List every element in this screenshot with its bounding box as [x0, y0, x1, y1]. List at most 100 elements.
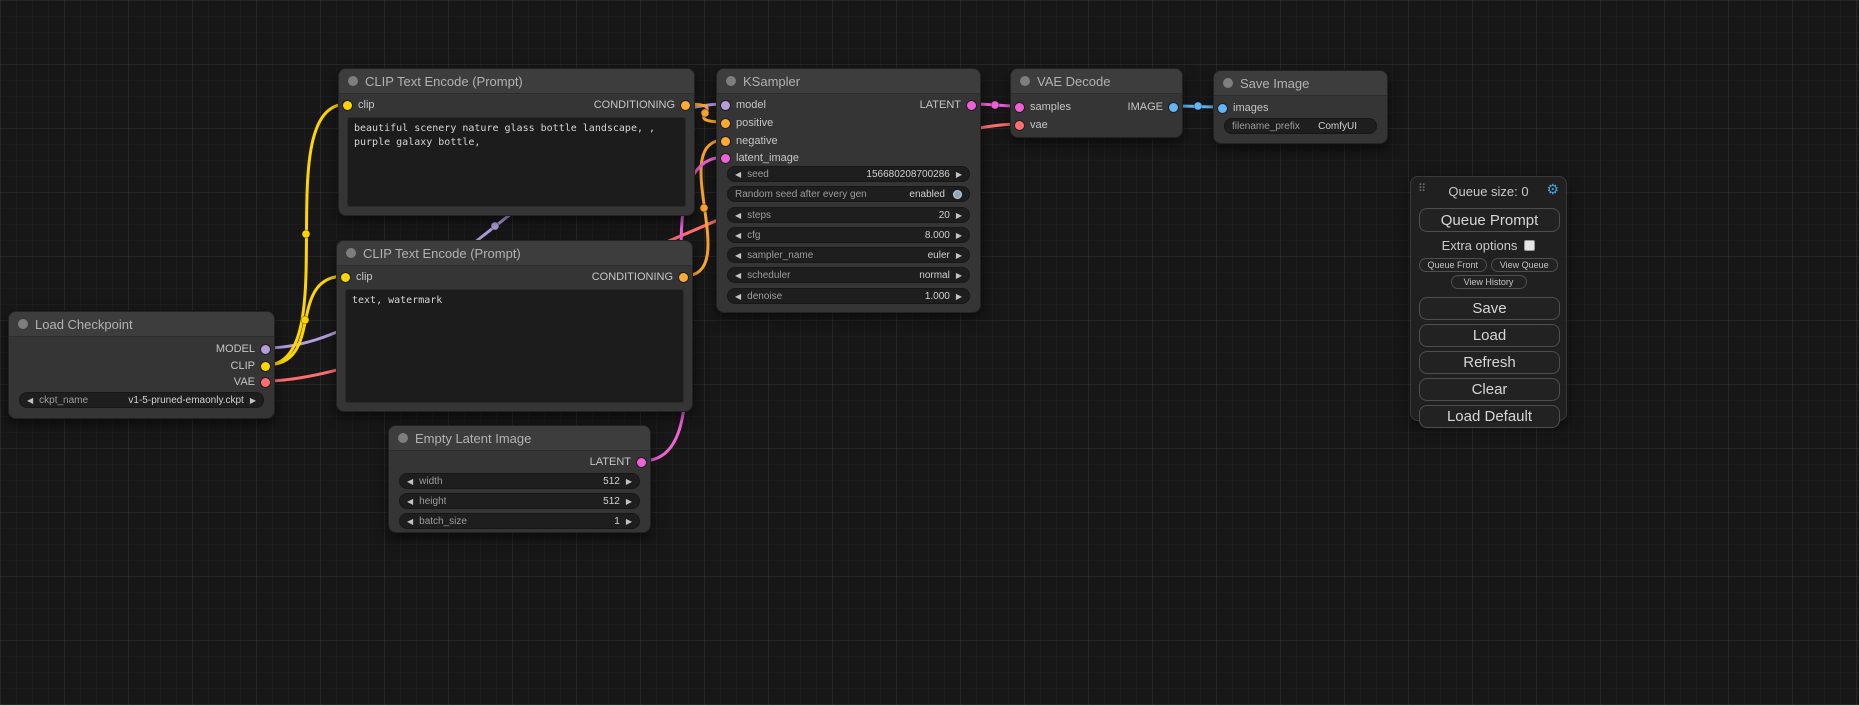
view-queue-button[interactable]: View Queue: [1491, 258, 1559, 272]
refresh-button[interactable]: Refresh: [1419, 351, 1560, 374]
increment-arrow-icon[interactable]: ▶: [956, 170, 962, 179]
slot-dot-conditioning[interactable]: [721, 119, 730, 128]
drag-handle-icon[interactable]: ⠿: [1418, 182, 1426, 195]
widget-denoise[interactable]: ◀ denoise 1.000 ▶: [727, 288, 970, 304]
collapse-dot-icon[interactable]: [726, 76, 736, 86]
increment-arrow-icon[interactable]: ▶: [956, 231, 962, 240]
input-slot-clip[interactable]: clip: [343, 97, 375, 113]
increment-arrow-icon[interactable]: ▶: [626, 477, 632, 486]
node-vae-decode[interactable]: VAE Decode samples vae IMAGE: [1010, 68, 1183, 138]
decrement-arrow-icon[interactable]: ◀: [407, 517, 413, 526]
load-button[interactable]: Load: [1419, 324, 1560, 347]
node-title-bar[interactable]: Empty Latent Image: [389, 426, 650, 451]
node-load-checkpoint[interactable]: Load Checkpoint MODEL CLIP VAE ◀ ckpt_na…: [8, 311, 275, 419]
widget-scheduler[interactable]: ◀ scheduler normal ▶: [727, 267, 970, 283]
decrement-arrow-icon[interactable]: ◀: [407, 497, 413, 506]
output-slot-clip[interactable]: CLIP: [231, 358, 270, 374]
queue-prompt-button[interactable]: Queue Prompt: [1419, 208, 1560, 232]
widget-sampler-name[interactable]: ◀ sampler_name euler ▶: [727, 247, 970, 263]
increment-arrow-icon[interactable]: ▶: [956, 271, 962, 280]
widget-width[interactable]: ◀ width 512 ▶: [399, 473, 640, 489]
node-clip-text-encode-positive[interactable]: CLIP Text Encode (Prompt) clip CONDITION…: [338, 68, 695, 216]
slot-dot-latent[interactable]: [721, 154, 730, 163]
load-default-button[interactable]: Load Default: [1419, 405, 1560, 428]
increment-arrow-icon[interactable]: ▶: [626, 517, 632, 526]
slot-dot-image[interactable]: [1218, 104, 1227, 113]
increment-arrow-icon[interactable]: ▶: [956, 251, 962, 260]
slot-dot-latent[interactable]: [967, 101, 976, 110]
slot-dot-latent[interactable]: [1015, 103, 1024, 112]
input-slot-vae[interactable]: vae: [1015, 117, 1048, 133]
node-title-bar[interactable]: CLIP Text Encode (Prompt): [337, 241, 692, 266]
widget-ckpt-name[interactable]: ◀ ckpt_name v1-5-pruned-emaonly.ckpt ▶: [19, 392, 264, 408]
slot-dot-vae[interactable]: [261, 378, 270, 387]
slot-dot-image[interactable]: [1169, 103, 1178, 112]
input-slot-latent-image[interactable]: latent_image: [721, 150, 799, 166]
slot-dot-clip[interactable]: [343, 101, 352, 110]
node-title-bar[interactable]: VAE Decode: [1011, 69, 1182, 94]
output-slot-vae[interactable]: VAE: [234, 374, 270, 390]
widget-seed[interactable]: ◀ seed 156680208700286 ▶: [727, 166, 970, 182]
decrement-arrow-icon[interactable]: ◀: [735, 170, 741, 179]
decrement-arrow-icon[interactable]: ◀: [735, 231, 741, 240]
slot-dot-model[interactable]: [261, 345, 270, 354]
seed-toggle-icon[interactable]: [953, 190, 962, 199]
decrement-arrow-icon[interactable]: ◀: [407, 477, 413, 486]
output-slot-latent[interactable]: LATENT: [920, 97, 976, 113]
slot-dot-vae[interactable]: [1015, 121, 1024, 130]
input-slot-model[interactable]: model: [721, 97, 766, 113]
output-slot-conditioning[interactable]: CONDITIONING: [592, 269, 688, 285]
input-slot-negative[interactable]: negative: [721, 133, 778, 149]
slot-dot-conditioning[interactable]: [681, 101, 690, 110]
node-ksampler[interactable]: KSampler model positive negative latent_…: [716, 68, 981, 313]
decrement-arrow-icon[interactable]: ◀: [735, 211, 741, 220]
decrement-arrow-icon[interactable]: ◀: [735, 271, 741, 280]
slot-dot-clip[interactable]: [261, 362, 270, 371]
collapse-dot-icon[interactable]: [398, 433, 408, 443]
node-title-bar[interactable]: KSampler: [717, 69, 980, 94]
save-button[interactable]: Save: [1419, 297, 1560, 320]
decrement-arrow-icon[interactable]: ◀: [27, 396, 33, 405]
node-title-bar[interactable]: Load Checkpoint: [9, 312, 274, 337]
slot-dot-conditioning[interactable]: [721, 137, 730, 146]
node-graph-canvas[interactable]: Load Checkpoint MODEL CLIP VAE ◀ ckpt_na…: [0, 0, 1859, 705]
positive-prompt-textarea[interactable]: beautiful scenery nature glass bottle la…: [347, 117, 686, 207]
node-title-bar[interactable]: Save Image: [1214, 71, 1387, 96]
decrement-arrow-icon[interactable]: ◀: [735, 251, 741, 260]
node-title-bar[interactable]: CLIP Text Encode (Prompt): [339, 69, 694, 94]
collapse-dot-icon[interactable]: [346, 248, 356, 258]
view-history-button[interactable]: View History: [1451, 275, 1527, 289]
output-slot-latent[interactable]: LATENT: [590, 454, 646, 470]
collapse-dot-icon[interactable]: [348, 76, 358, 86]
increment-arrow-icon[interactable]: ▶: [956, 292, 962, 301]
output-slot-model[interactable]: MODEL: [216, 341, 270, 357]
collapse-dot-icon[interactable]: [1223, 78, 1233, 88]
widget-steps[interactable]: ◀ steps 20 ▶: [727, 207, 970, 223]
decrement-arrow-icon[interactable]: ◀: [735, 292, 741, 301]
increment-arrow-icon[interactable]: ▶: [956, 211, 962, 220]
input-slot-clip[interactable]: clip: [341, 269, 373, 285]
output-slot-conditioning[interactable]: CONDITIONING: [594, 97, 690, 113]
increment-arrow-icon[interactable]: ▶: [250, 396, 256, 405]
widget-filename-prefix[interactable]: filename_prefix ComfyUI: [1224, 118, 1377, 134]
widget-height[interactable]: ◀ height 512 ▶: [399, 493, 640, 509]
input-slot-samples[interactable]: samples: [1015, 99, 1071, 115]
collapse-dot-icon[interactable]: [1020, 76, 1030, 86]
node-empty-latent-image[interactable]: Empty Latent Image LATENT ◀ width 512 ▶ …: [388, 425, 651, 533]
slot-dot-model[interactable]: [721, 101, 730, 110]
node-save-image[interactable]: Save Image images filename_prefix ComfyU…: [1213, 70, 1388, 144]
node-clip-text-encode-negative[interactable]: CLIP Text Encode (Prompt) clip CONDITION…: [336, 240, 693, 412]
extra-options-checkbox[interactable]: [1524, 240, 1535, 251]
clear-button[interactable]: Clear: [1419, 378, 1560, 401]
settings-gear-icon[interactable]: ⚙: [1546, 181, 1559, 198]
widget-cfg[interactable]: ◀ cfg 8.000 ▶: [727, 227, 970, 243]
output-slot-image[interactable]: IMAGE: [1128, 99, 1178, 115]
increment-arrow-icon[interactable]: ▶: [626, 497, 632, 506]
negative-prompt-textarea[interactable]: text, watermark: [345, 289, 684, 403]
collapse-dot-icon[interactable]: [18, 319, 28, 329]
queue-front-button[interactable]: Queue Front: [1419, 258, 1487, 272]
slot-dot-clip[interactable]: [341, 273, 350, 282]
widget-random-seed-toggle[interactable]: Random seed after every gen enabled: [727, 186, 970, 202]
input-slot-positive[interactable]: positive: [721, 115, 773, 131]
slot-dot-conditioning[interactable]: [679, 273, 688, 282]
